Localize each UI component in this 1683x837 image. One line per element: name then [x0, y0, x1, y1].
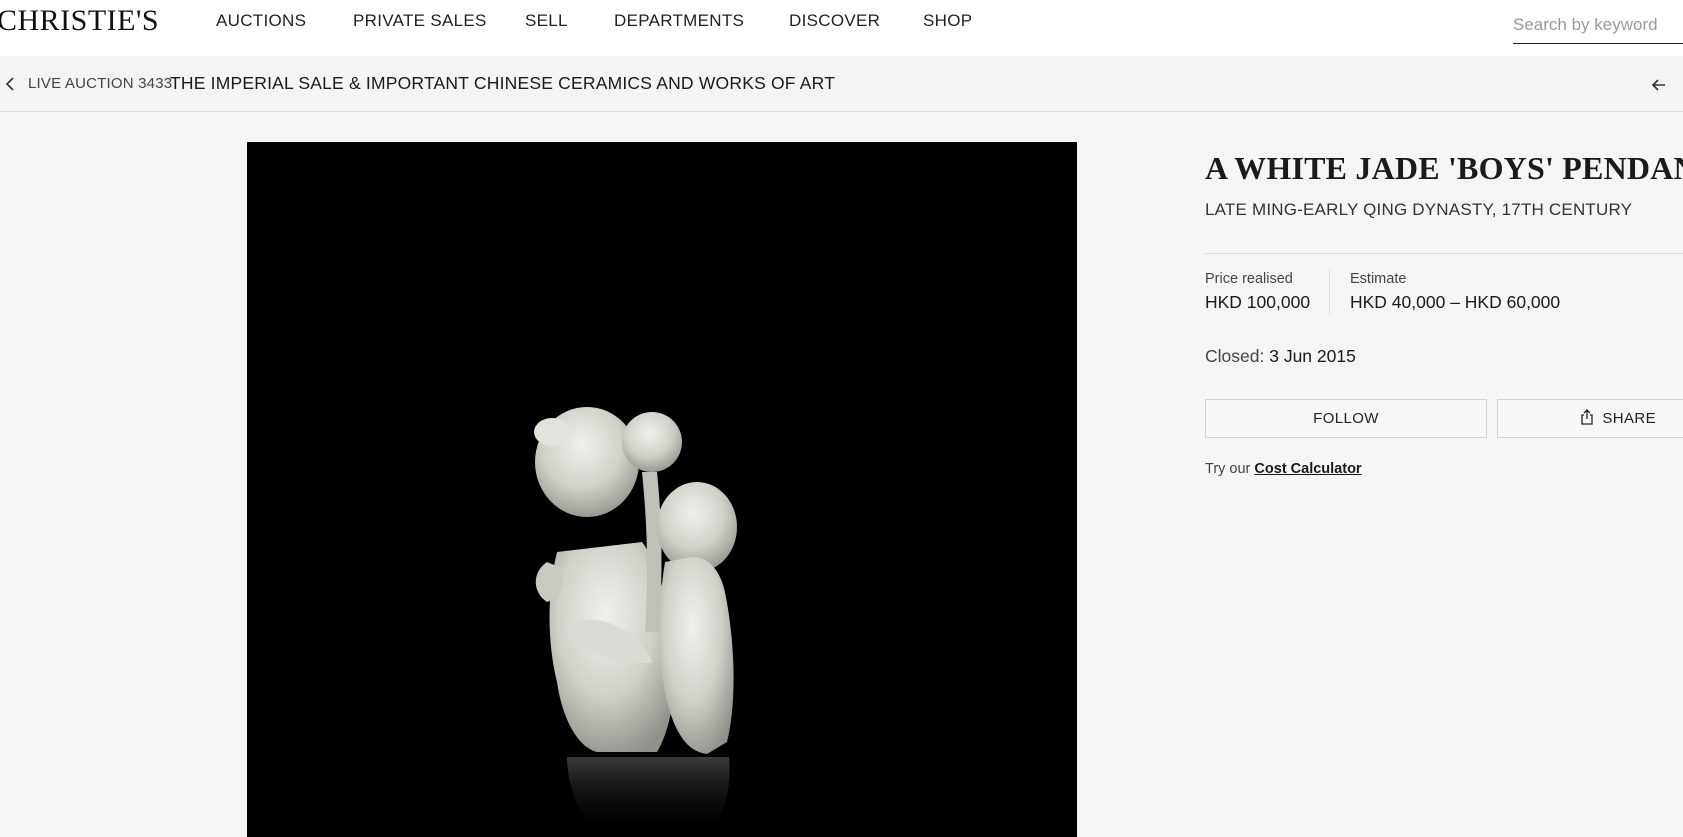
cost-calculator-line: Try our Cost Calculator	[1205, 461, 1362, 477]
nav-discover[interactable]: DISCOVER	[789, 11, 880, 31]
nav-auctions[interactable]: AUCTIONS	[216, 11, 306, 31]
top-navigation: CHRISTIE'S AUCTIONS PRIVATE SALES SELL D…	[0, 0, 1683, 56]
closed-label: Closed:	[1205, 346, 1265, 366]
follow-button[interactable]: FOLLOW	[1205, 399, 1487, 438]
cost-prefix: Try our	[1205, 461, 1251, 477]
jade-pendant-image	[534, 407, 737, 837]
arrow-left-icon[interactable]	[1648, 74, 1670, 96]
nav-shop[interactable]: SHOP	[923, 11, 972, 31]
estimate-label: Estimate	[1350, 271, 1407, 287]
nav-departments[interactable]: DEPARTMENTS	[614, 11, 744, 31]
price-realised-value: HKD 100,000	[1205, 292, 1311, 312]
share-icon	[1580, 408, 1594, 429]
share-label: SHARE	[1602, 410, 1656, 427]
price-divider	[1329, 269, 1330, 314]
share-button[interactable]: SHARE	[1497, 399, 1683, 438]
breadcrumb-auction-title[interactable]: THE IMPERIAL SALE & IMPORTANT CHINESE CE…	[170, 73, 835, 94]
christies-logo[interactable]: CHRISTIE'S	[0, 4, 159, 38]
search-input[interactable]	[1513, 6, 1683, 44]
estimate-value: HKD 40,000 – HKD 60,000	[1350, 292, 1561, 312]
nav-sell[interactable]: SELL	[525, 11, 568, 31]
lot-subtitle: LATE MING-EARLY QING DYNASTY, 17TH CENTU…	[1205, 200, 1633, 219]
breadcrumb-bar: LIVE AUCTION 3433 THE IMPERIAL SALE & IM…	[0, 56, 1683, 112]
breadcrumb-auction-number[interactable]: LIVE AUCTION 3433	[28, 75, 172, 92]
nav-private-sales[interactable]: PRIVATE SALES	[353, 11, 487, 31]
details-divider	[1205, 253, 1683, 254]
chevron-left-icon[interactable]	[2, 74, 20, 94]
closed-info: Closed: 3 Jun 2015	[1205, 346, 1356, 367]
lot-title: A WHITE JADE 'BOYS' PENDANT	[1205, 150, 1683, 186]
price-realised-label: Price realised	[1205, 271, 1293, 287]
lot-image[interactable]	[247, 142, 1077, 837]
follow-label: FOLLOW	[1313, 410, 1379, 427]
cost-calculator-link[interactable]: Cost Calculator	[1254, 461, 1361, 477]
closed-date: 3 Jun 2015	[1269, 346, 1356, 366]
